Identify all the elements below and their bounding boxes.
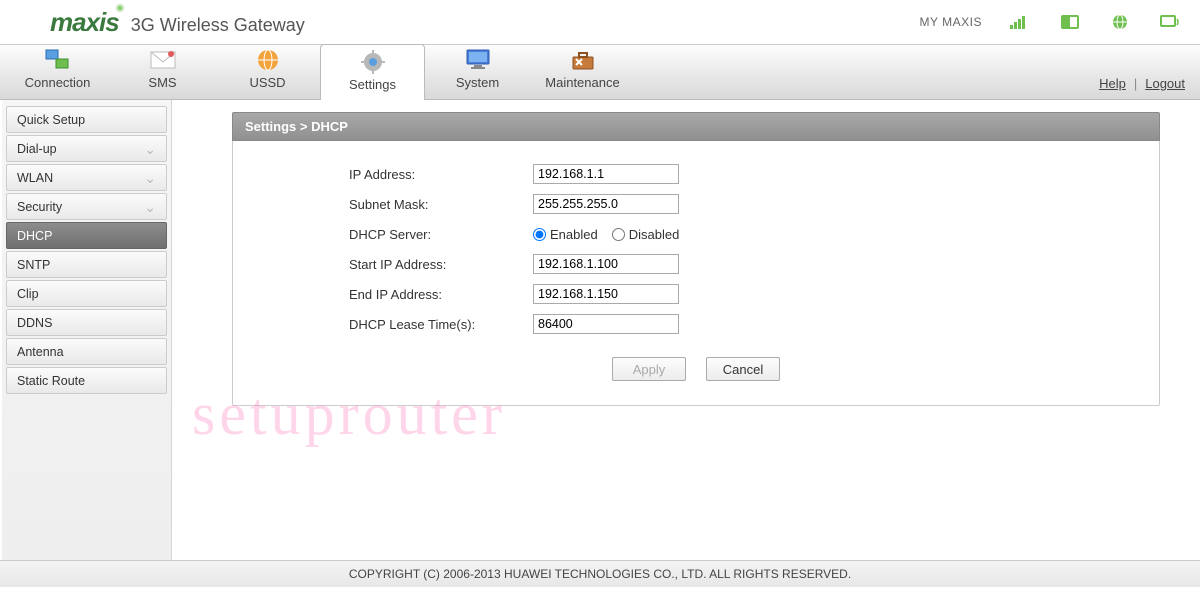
help-link[interactable]: Help — [1099, 76, 1126, 91]
sidebar-item-label: Dial-up — [17, 142, 57, 156]
sidebar-item-label: SNTP — [17, 258, 50, 272]
breadcrumb: Settings > DHCP — [232, 112, 1160, 141]
nav-label: SMS — [148, 75, 176, 90]
sidebar-item-dial-up[interactable]: Dial-up ⌄ — [6, 135, 167, 162]
dhcp-server-label: DHCP Server: — [253, 227, 533, 242]
sidebar-item-quick-setup[interactable]: Quick Setup — [6, 106, 167, 133]
subnet-mask-input[interactable] — [533, 194, 679, 214]
nav-label: Maintenance — [545, 75, 619, 90]
screen-icon — [1160, 14, 1180, 30]
end-ip-label: End IP Address: — [253, 287, 533, 302]
system-icon — [464, 47, 492, 73]
start-ip-input[interactable] — [533, 254, 679, 274]
sidebar-item-label: Clip — [17, 287, 39, 301]
maintenance-icon — [569, 47, 597, 73]
ussd-icon — [254, 47, 282, 73]
start-ip-label: Start IP Address: — [253, 257, 533, 272]
connection-icon — [44, 47, 72, 73]
dhcp-disabled-radio[interactable] — [612, 228, 625, 241]
status-icons — [1010, 14, 1180, 30]
sidebar-item-security[interactable]: Security ⌄ — [6, 193, 167, 220]
signal-icon — [1010, 14, 1030, 30]
settings-icon — [359, 49, 387, 75]
end-ip-input[interactable] — [533, 284, 679, 304]
sidebar-item-dhcp[interactable]: DHCP — [6, 222, 167, 249]
content-area: Settings > DHCP IP Address: Subnet Mask:… — [172, 100, 1200, 560]
footer: COPYRIGHT (C) 2006-2013 HUAWEI TECHNOLOG… — [0, 560, 1200, 587]
nav-connection[interactable]: Connection — [5, 43, 110, 99]
top-nav: Connection SMS USSD Settings System — [0, 44, 1200, 100]
chevron-down-icon: ⌄ — [144, 171, 156, 185]
chevron-down-icon: ⌄ — [144, 142, 156, 156]
dhcp-enabled-option[interactable]: Enabled — [533, 227, 598, 242]
nav-sms[interactable]: SMS — [110, 43, 215, 99]
sidebar-item-static-route[interactable]: Static Route — [6, 367, 167, 394]
sidebar-item-label: WLAN — [17, 171, 53, 185]
cancel-button[interactable]: Cancel — [706, 357, 780, 381]
sidebar-item-wlan[interactable]: WLAN ⌄ — [6, 164, 167, 191]
nav-maintenance[interactable]: Maintenance — [530, 43, 635, 99]
sidebar-item-label: Static Route — [17, 374, 85, 388]
apply-button[interactable]: Apply — [612, 357, 686, 381]
brand-logo: maxis — [50, 7, 119, 38]
globe-icon — [1110, 14, 1130, 30]
subnet-mask-label: Subnet Mask: — [253, 197, 533, 212]
sidebar-item-label: Antenna — [17, 345, 64, 359]
settings-panel: IP Address: Subnet Mask: DHCP Server: En… — [232, 141, 1160, 406]
chevron-down-icon: ⌄ — [144, 200, 156, 214]
dhcp-disabled-option[interactable]: Disabled — [612, 227, 680, 242]
sidebar-item-ddns[interactable]: DDNS — [6, 309, 167, 336]
header-bar: maxis 3G Wireless Gateway MY MAXIS — [0, 0, 1200, 44]
sidebar-item-label: DDNS — [17, 316, 52, 330]
ip-address-label: IP Address: — [253, 167, 533, 182]
sidebar-item-clip[interactable]: Clip — [6, 280, 167, 307]
nav-label: Connection — [25, 75, 91, 90]
dhcp-enabled-radio[interactable] — [533, 228, 546, 241]
nav-label: Settings — [349, 77, 396, 92]
nav-label: USSD — [249, 75, 285, 90]
page-title: 3G Wireless Gateway — [131, 15, 305, 36]
sidebar-item-label: DHCP — [17, 229, 52, 243]
lease-time-label: DHCP Lease Time(s): — [253, 317, 533, 332]
radio-label: Enabled — [550, 227, 598, 242]
nav-ussd[interactable]: USSD — [215, 43, 320, 99]
sidebar-item-antenna[interactable]: Antenna — [6, 338, 167, 365]
separator: | — [1134, 76, 1137, 91]
sidebar-item-label: Security — [17, 200, 62, 214]
nav-system[interactable]: System — [425, 43, 530, 99]
nav-label: System — [456, 75, 499, 90]
logo: maxis 3G Wireless Gateway — [50, 7, 305, 38]
sidebar: Quick Setup Dial-up ⌄ WLAN ⌄ Security ⌄ DHC… — [2, 100, 172, 560]
sidebar-item-label: Quick Setup — [17, 113, 85, 127]
radio-label: Disabled — [629, 227, 680, 242]
my-maxis-link[interactable]: MY MAXIS — [920, 15, 982, 29]
sidebar-item-sntp[interactable]: SNTP — [6, 251, 167, 278]
ip-address-input[interactable] — [533, 164, 679, 184]
sms-icon — [149, 47, 177, 73]
nav-settings[interactable]: Settings — [320, 44, 425, 100]
sim-icon — [1060, 14, 1080, 30]
logout-link[interactable]: Logout — [1145, 76, 1185, 91]
lease-time-input[interactable] — [533, 314, 679, 334]
nav-links: Help | Logout — [1099, 76, 1185, 99]
